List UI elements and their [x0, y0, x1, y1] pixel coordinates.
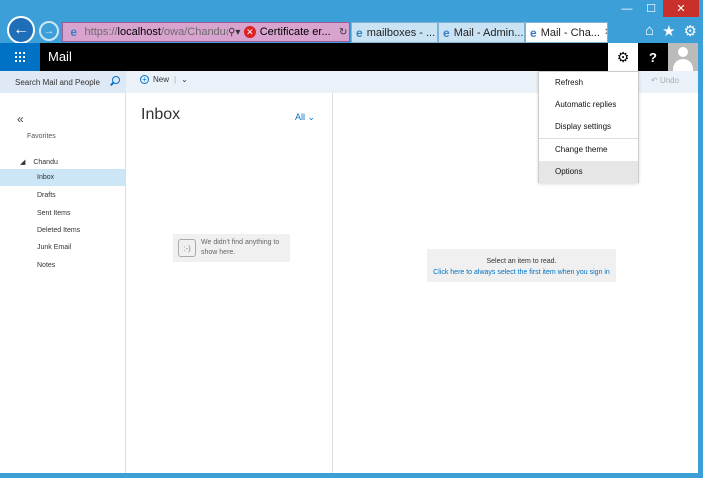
tab-mail-chandu[interactable]: e Mail - Cha... ✕: [525, 22, 608, 43]
select-first-item-link[interactable]: Click here to always select the first it…: [427, 267, 616, 278]
empty-state: :-) We didn't find anything to show here…: [173, 234, 290, 262]
page-title: Inbox: [141, 106, 181, 123]
close-window-button[interactable]: ✕: [663, 0, 699, 17]
gear-icon: ⚙: [616, 48, 630, 65]
avatar[interactable]: [668, 43, 698, 71]
maximize-button[interactable]: ☐: [639, 0, 663, 17]
url-scheme: https://: [84, 26, 118, 38]
window-controls: — ☐ ✕: [615, 0, 699, 17]
new-label: New: [153, 75, 170, 84]
url-host: localhost: [117, 26, 161, 38]
account-folder-header[interactable]: ◢ Chandu: [20, 158, 58, 166]
smiley-icon: :-): [178, 239, 196, 257]
undo-button[interactable]: ↶ Undo: [651, 76, 679, 85]
reading-placeholder: Select an item to read. Click here to al…: [427, 249, 616, 282]
empty-message-line: show here.: [201, 249, 236, 256]
address-bar[interactable]: e https://localhost/owa/Chandu@n ⚲▾ ✕ Ce…: [62, 22, 350, 42]
help-button[interactable]: ?: [638, 43, 668, 71]
arrow-left-icon: ←: [13, 21, 29, 38]
new-button[interactable]: + New | ⌄: [140, 75, 188, 84]
reading-pane: Select an item to read. Click here to al…: [333, 93, 698, 473]
tab-mailboxes[interactable]: e mailboxes - ...: [351, 22, 438, 43]
tools-gear-icon[interactable]: ⚙: [684, 22, 697, 40]
search-input[interactable]: Search Mail and People: [0, 71, 126, 93]
back-button[interactable]: ←: [7, 16, 35, 44]
app-launcher-button[interactable]: [0, 43, 40, 71]
folder-notes[interactable]: Notes: [0, 257, 125, 274]
reading-prompt: Select an item to read.: [486, 258, 557, 265]
divider: |: [174, 75, 177, 84]
menu-item-display-settings[interactable]: Display settings: [539, 116, 638, 138]
url-path: /owa/Chandu@n: [160, 26, 228, 38]
forward-button[interactable]: →: [39, 21, 59, 41]
undo-label: Undo: [659, 76, 680, 85]
tab-label: Mail - Cha...: [540, 26, 600, 39]
menu-item-change-theme[interactable]: Change theme: [539, 139, 638, 161]
settings-menu: Refresh Automatic replies Display settin…: [538, 71, 639, 183]
empty-message: We didn't find anything to show here.: [201, 238, 279, 258]
folder-junk-email[interactable]: Junk Email: [0, 239, 125, 256]
search-dropdown-icon[interactable]: ⚲▾: [228, 27, 240, 38]
tab-label: Mail - Admin...: [453, 26, 524, 39]
browser-chrome: — ☐ ✕ ← → e https://localhost/owa/Chandu…: [0, 0, 703, 44]
folder-sent-items[interactable]: Sent Items: [0, 205, 125, 222]
app-bar: Mail ⚙ ?: [0, 43, 703, 71]
minimize-button[interactable]: —: [615, 0, 639, 17]
settings-button[interactable]: ⚙: [608, 43, 638, 71]
tab-label: mailboxes - ...: [366, 26, 436, 39]
collapse-pane-icon[interactable]: «: [17, 112, 24, 126]
window-border: [698, 43, 703, 478]
arrow-right-icon: →: [43, 25, 55, 37]
plus-icon: +: [140, 75, 149, 84]
search-icon[interactable]: [112, 76, 120, 84]
folder-drafts[interactable]: Drafts: [0, 187, 125, 204]
filter-label: All: [295, 112, 306, 122]
certificate-error-icon[interactable]: ✕: [244, 26, 256, 38]
question-icon: ?: [649, 49, 657, 65]
app-title: Mail: [48, 49, 72, 64]
triangle-expanded-icon: ◢: [20, 159, 26, 166]
account-label: Chandu: [33, 159, 58, 166]
window-border: [0, 473, 703, 478]
favorites-header[interactable]: Favorites: [27, 133, 56, 140]
user-head-icon: [678, 47, 688, 57]
user-body-icon: [673, 59, 693, 71]
chevron-down-icon[interactable]: ⌄: [181, 75, 188, 84]
ie-logo-icon: e: [530, 25, 537, 40]
menu-item-options[interactable]: Options: [539, 161, 638, 183]
certificate-error-label[interactable]: Certificate er...: [260, 26, 338, 38]
browser-toolbar-icons: ⌂ ★ ⚙: [645, 22, 697, 40]
message-list: Inbox All ⌄ :-) We didn't find anything …: [126, 93, 333, 473]
folder-deleted-items[interactable]: Deleted Items: [0, 222, 125, 239]
close-tab-icon[interactable]: ✕: [604, 27, 607, 38]
filter-dropdown[interactable]: All ⌄: [295, 112, 315, 123]
ie-logo-icon: e: [356, 25, 363, 40]
empty-message-line: We didn't find anything to: [201, 239, 280, 246]
tab-mail-admin[interactable]: e Mail - Admin...: [438, 22, 525, 43]
ie-logo-icon: e: [70, 25, 78, 39]
folder-pane: « Favorites ◢ Chandu Inbox Drafts Sent I…: [0, 93, 126, 473]
menu-item-refresh[interactable]: Refresh: [539, 72, 638, 94]
undo-icon: ↶: [651, 76, 658, 85]
folder-inbox[interactable]: Inbox: [0, 169, 125, 186]
menu-item-automatic-replies[interactable]: Automatic replies: [539, 94, 638, 116]
search-placeholder: Search Mail and People: [15, 77, 100, 87]
ie-logo-icon: e: [443, 25, 450, 40]
favorites-star-icon[interactable]: ★: [662, 22, 675, 40]
address-url[interactable]: https://localhost/owa/Chandu@n: [85, 26, 229, 38]
chevron-down-icon: ⌄: [307, 112, 316, 122]
home-icon[interactable]: ⌂: [645, 22, 654, 40]
refresh-icon[interactable]: ↻: [337, 27, 349, 38]
waffle-icon: [15, 52, 25, 62]
